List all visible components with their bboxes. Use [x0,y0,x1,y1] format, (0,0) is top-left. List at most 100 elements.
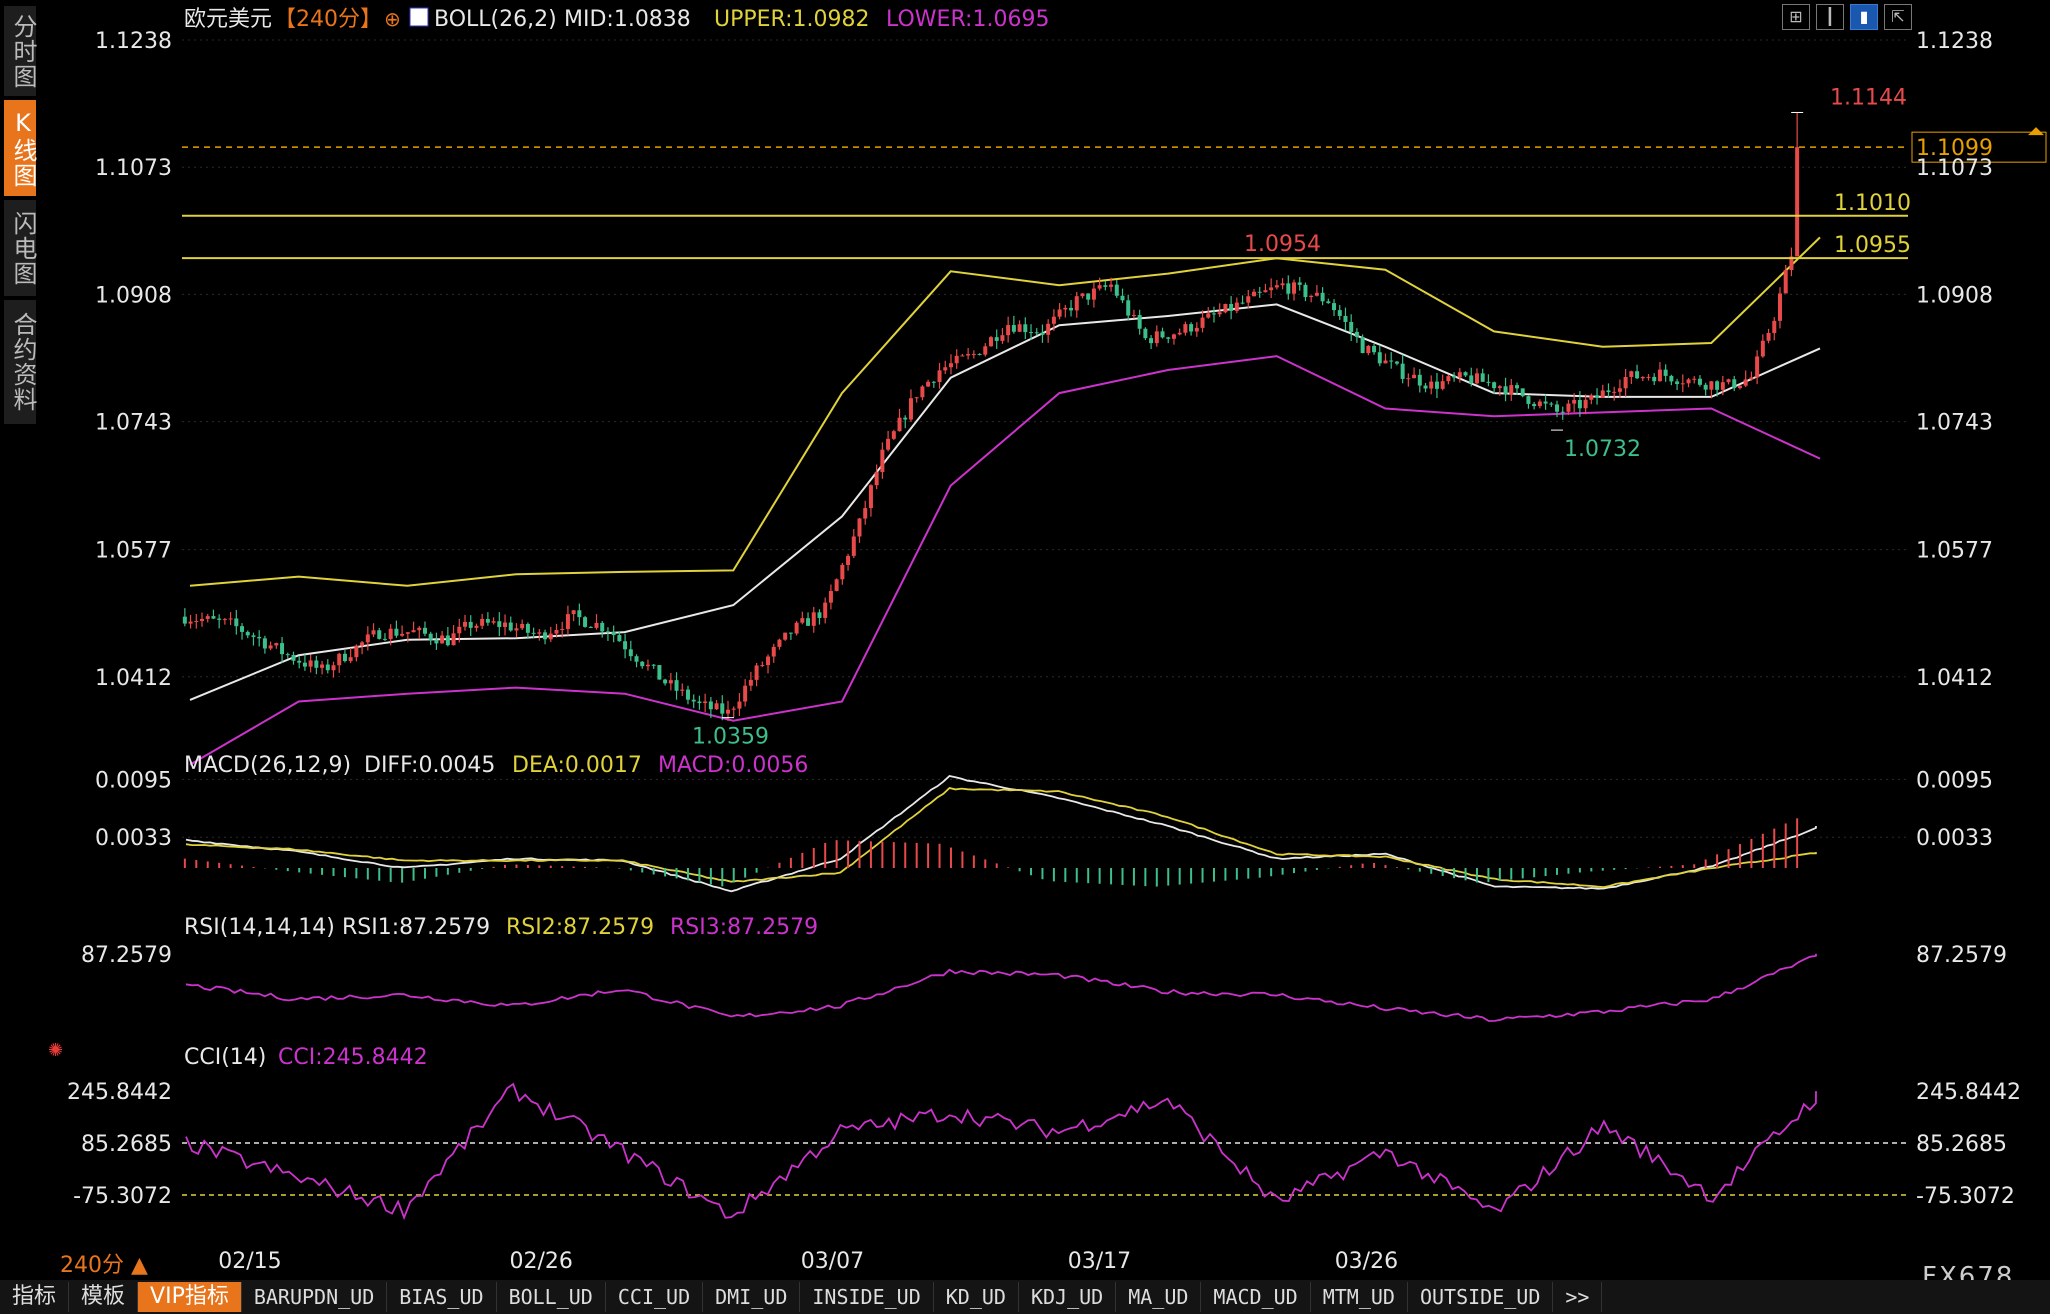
period-indicator[interactable]: 240分 ▲ [60,1247,148,1279]
tab-time-chart[interactable]: 分时图 [4,6,37,96]
candle-down [240,626,245,632]
candle-down [617,635,622,642]
tab-vip-indicator[interactable]: VIP指标 [138,1282,242,1312]
candle-down [708,701,713,710]
candle-up [1109,284,1114,287]
price-tick-left: 1.1238 [95,29,172,54]
candle-up [1457,372,1462,378]
chart-canvas[interactable]: 1.10101.09551.10991.11441.09541.03591.07… [0,0,2050,1314]
candle-up [1446,376,1451,382]
tab-contract-info[interactable]: 合约资料 [4,300,37,424]
candle-up [863,508,868,519]
date-label: 02/15 [218,1249,281,1274]
tab-kline-chart[interactable]: K线图 [4,100,37,196]
candle-up [714,703,719,710]
add-icon: ⊕ [384,7,401,31]
tab-kd[interactable]: KD_UD [934,1282,1019,1312]
alarm-icon: ✺ [48,1040,63,1061]
tab-mtm[interactable]: MTM_UD [1311,1282,1408,1312]
candle-down [182,616,187,624]
tab-inside[interactable]: INSIDE_UD [800,1282,934,1312]
candle-down [977,353,982,355]
candle-up [1509,385,1514,395]
tab-template[interactable]: 模板 [69,1282,139,1312]
candle-up [1097,285,1102,289]
candle-up [1217,312,1222,315]
tab-boll[interactable]: BOLL_UD [497,1282,606,1312]
candle-up [371,630,376,635]
tab-macd[interactable]: MACD_UD [1201,1282,1311,1312]
candle-up [560,628,565,630]
candle-up [1251,291,1256,297]
tab-barupdn[interactable]: BARUPDN_UD [242,1282,388,1312]
candle-down [434,639,439,644]
candle-down [1543,401,1548,404]
panel-line-dea [185,787,1817,889]
candle-down [1286,283,1291,294]
candle-up [971,353,976,355]
candle-down [651,664,656,666]
candle-down [445,635,450,646]
tab-kdj[interactable]: KDJ_UD [1019,1282,1117,1312]
candle-up [908,398,913,420]
tab-flash-chart[interactable]: 闪电图 [4,200,37,296]
candle-up [1749,377,1754,380]
tab-more[interactable]: >> [1553,1282,1603,1312]
macd-value: MACD:0.0056 [658,753,808,778]
candle-up [988,337,994,347]
candle-down [1211,313,1216,315]
toolbar-icons: ⊞ ┃ ▮ ⇱ [1782,4,1912,30]
candle-up [1497,386,1502,389]
price-tick-left: 1.0908 [95,283,172,308]
tab-dmi[interactable]: DMI_UD [703,1282,801,1312]
tab-ma[interactable]: MA_UD [1116,1282,1202,1312]
candle-up [1617,388,1622,392]
tab-outside[interactable]: OUTSIDE_UD [1408,1282,1554,1312]
price-tick-left: 1.0577 [95,539,172,564]
rsi-title: RSI(14,14,14) [184,915,335,940]
candle-up [846,555,851,565]
tab-bias[interactable]: BIAS_UD [387,1282,497,1312]
candle-down [1029,332,1034,334]
candle-up [1017,324,1022,332]
candle-down [1697,378,1702,385]
candle-down [1360,337,1365,354]
candle-up [1051,316,1056,324]
panel-line-cci [185,1082,1817,1221]
candle-up [1737,385,1742,389]
candle-up [1000,335,1005,341]
grid-icon[interactable]: ⊞ [1782,4,1810,30]
candle-icon[interactable]: ▮ [1850,4,1878,30]
tab-indicator[interactable]: 指标 [0,1282,70,1312]
candle-up [948,363,953,368]
candle-down [251,635,256,637]
bar-icon[interactable]: ┃ [1816,4,1844,30]
export-icon[interactable]: ⇱ [1884,4,1912,30]
candle-up [337,653,342,666]
tab-cci[interactable]: CCI_UD [606,1282,704,1312]
candle-up [1783,269,1788,294]
candle-down [1034,332,1039,334]
candle-up [480,618,485,626]
panel-tick-left: 0.0033 [95,826,172,851]
period-label: 240分 [60,1253,124,1278]
candle-up [205,616,210,619]
candle-up [268,645,273,649]
candle-up [1412,374,1417,379]
candle-up [645,664,650,667]
panel-line-diff [185,775,1817,893]
macd-title: MACD(26,12,9) [184,753,351,778]
candle-up [491,621,496,623]
candle-down [525,623,530,633]
candle-down [1257,291,1262,293]
candle-down [1400,363,1405,379]
candle-up [1646,376,1651,378]
price-tick-left: 1.0743 [95,411,172,436]
candle-down [422,627,427,634]
bollinger-bands [189,236,1821,766]
candle-down [428,633,433,640]
candle-up [983,346,988,355]
candle-down [1417,374,1422,386]
candle-up [451,633,456,646]
panel-tick-right: 245.8442 [1916,1080,2021,1105]
